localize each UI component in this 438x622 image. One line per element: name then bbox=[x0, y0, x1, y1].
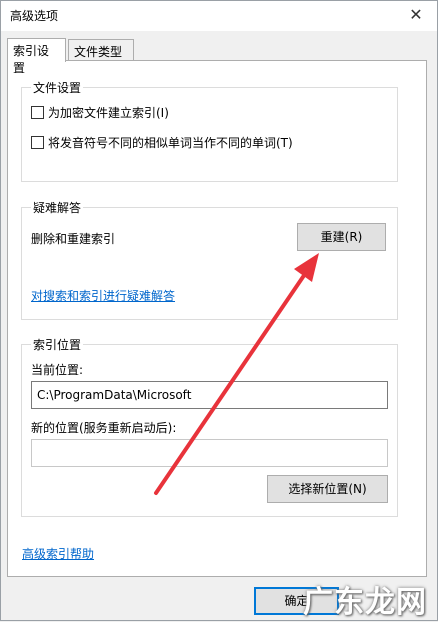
advanced-options-dialog: 高级选项 ✕ 索引设置 文件类型 文件设置 为加密文件建立索引(I) 将发音符号… bbox=[0, 0, 438, 621]
index-location-group: 索引位置 当前位置: C:\ProgramData\Microsoft 新的位置… bbox=[21, 336, 398, 517]
diacritics-checkbox[interactable] bbox=[31, 136, 44, 149]
encrypted-index-label: 为加密文件建立索引(I) bbox=[48, 106, 169, 120]
tab-index-settings[interactable]: 索引设置 bbox=[7, 38, 66, 75]
rebuild-description: 删除和重建索引 bbox=[31, 232, 116, 246]
new-location-label: 新的位置(服务重新启动后): bbox=[31, 421, 177, 435]
troubleshooting-group: 疑难解答 删除和重建索引 重建(R) 对搜索和索引进行疑难解答 bbox=[21, 199, 398, 320]
encrypted-index-option[interactable]: 为加密文件建立索引(I) bbox=[31, 104, 169, 121]
new-location-field[interactable] bbox=[31, 439, 388, 467]
file-settings-title: 文件设置 bbox=[31, 79, 84, 96]
encrypted-index-checkbox[interactable] bbox=[31, 106, 44, 119]
advanced-index-help-link[interactable]: 高级索引帮助 bbox=[22, 545, 94, 562]
file-settings-group: 文件设置 为加密文件建立索引(I) 将发音符号不同的相似单词当作不同的单词(T) bbox=[21, 79, 398, 182]
choose-new-location-button[interactable]: 选择新位置(N) bbox=[267, 475, 388, 503]
window-title: 高级选项 bbox=[10, 9, 59, 23]
troubleshoot-link[interactable]: 对搜索和索引进行疑难解答 bbox=[31, 287, 175, 304]
title-bar: 高级选项 ✕ bbox=[1, 1, 437, 31]
diacritics-label: 将发音符号不同的相似单词当作不同的单词(T) bbox=[48, 136, 293, 150]
rebuild-button[interactable]: 重建(R) bbox=[297, 223, 386, 251]
diacritics-option[interactable]: 将发音符号不同的相似单词当作不同的单词(T) bbox=[31, 134, 293, 151]
troubleshooting-title: 疑难解答 bbox=[31, 199, 84, 216]
current-location-label: 当前位置: bbox=[31, 363, 84, 377]
watermark-logo: 广东龙网 bbox=[303, 585, 427, 620]
close-icon[interactable]: ✕ bbox=[401, 3, 431, 27]
tab-panel: 文件设置 为加密文件建立索引(I) 将发音符号不同的相似单词当作不同的单词(T)… bbox=[7, 60, 427, 577]
index-location-title: 索引位置 bbox=[31, 336, 84, 353]
current-location-field[interactable]: C:\ProgramData\Microsoft bbox=[31, 381, 388, 409]
tab-file-types[interactable]: 文件类型 bbox=[68, 39, 134, 61]
